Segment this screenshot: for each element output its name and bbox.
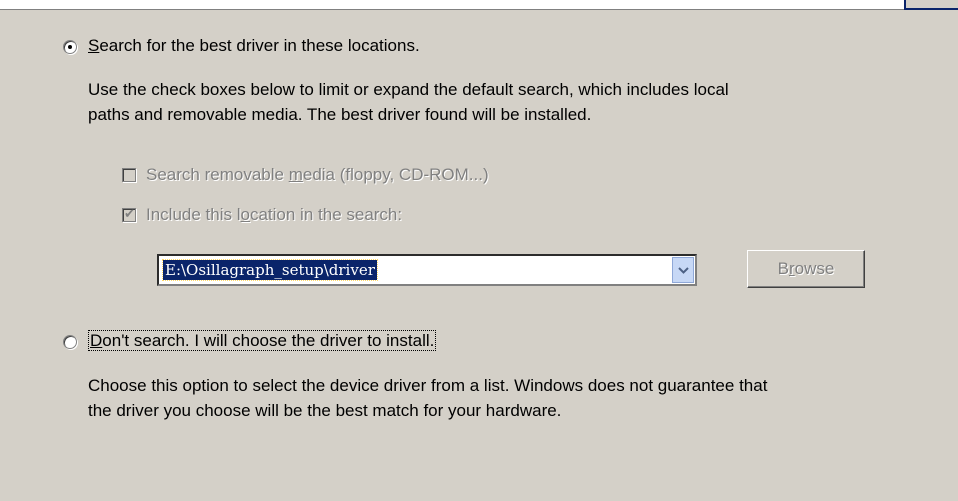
removable-label-rest: edia (floppy, CD-ROM...) [302, 165, 489, 184]
radio-search-best-driver[interactable] [63, 40, 77, 54]
browse-label-prefix: B [777, 259, 789, 278]
radio-dont-search[interactable] [63, 335, 77, 349]
radio-dont-search-label-rest: on't search. I will choose the driver to… [102, 331, 435, 350]
checkbox-include-location-label[interactable]: Include this location in the search: [146, 204, 402, 226]
checkbox-removable-media[interactable] [122, 168, 136, 182]
browse-button[interactable]: Br owse [747, 250, 865, 288]
location-combobox[interactable]: E:\Osillagraph_setup\driver [157, 254, 697, 286]
mnemonic-o: o [240, 205, 250, 224]
header-divider [0, 0, 958, 10]
checkbox-include-location[interactable]: ✔ [122, 206, 136, 222]
checkbox-removable-media-label[interactable]: Search removable media (floppy, CD-ROM..… [146, 164, 489, 186]
radio-search-label[interactable]: Search for the best driver in these loca… [88, 35, 420, 57]
radio-dont-search-label[interactable]: Don't search. I will choose the driver t… [88, 330, 437, 352]
dont-search-description-line2: the driver you choose will be the best m… [88, 401, 562, 420]
radio-search-label-rest: earch for the best driver in these locat… [99, 36, 420, 55]
location-combobox-value[interactable]: E:\Osillagraph_setup\driver [162, 259, 378, 281]
checkmark-icon: ✔ [124, 206, 135, 221]
focus-rectangle: Don't search. I will choose the driver t… [88, 330, 437, 351]
location-label-rest: cation in the search: [249, 205, 403, 224]
mnemonic-d: D [90, 331, 103, 350]
browse-label-rest: owse [794, 259, 835, 278]
location-label-prefix: Include this l [146, 205, 241, 224]
mnemonic-s: S [88, 36, 100, 55]
mnemonic-m: m [288, 165, 303, 184]
removable-label-prefix: Search removable [146, 165, 289, 184]
radio-selected-dot [68, 45, 72, 49]
combobox-dropdown-button[interactable] [672, 257, 694, 283]
search-description-line2: paths and removable media. The best driv… [88, 105, 592, 124]
dont-search-description-line1: Choose this option to select the device … [88, 376, 768, 395]
search-description-line1: Use the check boxes below to limit or ex… [88, 80, 729, 99]
header-button-edge[interactable] [904, 0, 958, 10]
chevron-down-icon [677, 266, 689, 274]
